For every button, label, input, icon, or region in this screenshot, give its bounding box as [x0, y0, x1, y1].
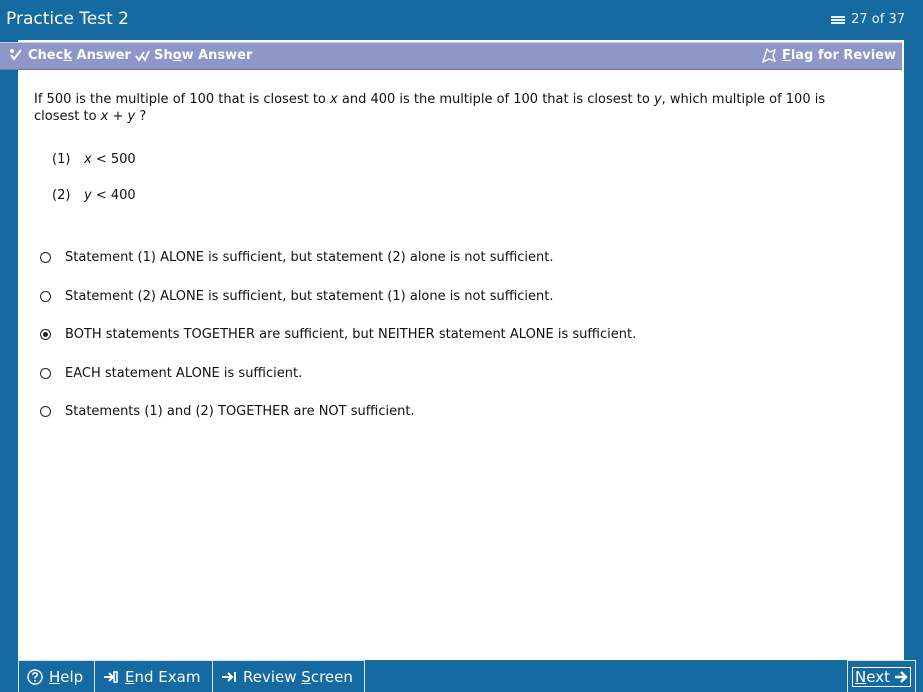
help-icon: [27, 668, 43, 685]
question-expr: x + y: [100, 109, 136, 124]
radio-button-selected[interactable]: [40, 329, 51, 340]
question-text: If 500 is the multiple of 100 that is cl…: [34, 91, 874, 125]
next-label: ext: [866, 667, 890, 686]
check-answer-hotkey: k: [63, 47, 72, 63]
question-content: If 500 is the multiple of 100 that is cl…: [18, 71, 904, 660]
radio-button[interactable]: [40, 406, 51, 417]
review-hotkey: S: [301, 667, 311, 686]
answer-option-2[interactable]: Statement (2) ALONE is sufficient, but s…: [40, 289, 554, 304]
answer-option-label: BOTH statements TOGETHER are sufficient,…: [65, 327, 637, 342]
flag-for-review-button[interactable]: Flag for Review: [760, 47, 896, 63]
next-hotkey: N: [855, 667, 867, 686]
question-text-4: ?: [135, 109, 147, 124]
radio-button[interactable]: [40, 252, 51, 263]
flag-hotkey: F: [781, 47, 791, 63]
statement-1-number: (1): [52, 152, 71, 167]
statement-1: (1) x < 500: [52, 152, 136, 167]
toolbar: Check Answer Show Answer Flag for Review: [0, 42, 902, 70]
left-border: [0, 40, 18, 660]
title-bar: Practice Test 2 27 of 37: [0, 0, 923, 40]
answer-option-3[interactable]: BOTH statements TOGETHER are sufficient,…: [40, 327, 636, 342]
check-answer-icon: [10, 49, 22, 61]
answer-option-label: Statement (1) ALONE is sufficient, but s…: [65, 250, 554, 265]
show-answer-label-b: w Answer: [181, 47, 253, 63]
help-button[interactable]: Help: [18, 660, 95, 692]
check-answer-label-a: Chec: [28, 47, 64, 63]
answer-option-label: Statements (1) and (2) TOGETHER are NOT …: [65, 404, 415, 419]
end-exam-icon: [104, 670, 118, 683]
check-answer-label-b: Answer: [71, 47, 131, 63]
answer-option-label: EACH statement ALONE is sufficient.: [65, 366, 303, 381]
bottom-bar: Help End Exam Review Screen Next: [0, 660, 923, 692]
statement-2: (2) y < 400: [52, 188, 136, 203]
answer-option-5[interactable]: Statements (1) and (2) TOGETHER are NOT …: [40, 404, 415, 419]
counter-text: 27 of 37: [851, 12, 905, 27]
answer-option-label: Statement (2) ALONE is sufficient, but s…: [65, 289, 554, 304]
review-label-a: Review: [243, 667, 302, 686]
review-screen-icon: [222, 671, 236, 682]
answer-option-1[interactable]: Statement (1) ALONE is sufficient, but s…: [40, 250, 554, 265]
statement-2-number: (2): [52, 188, 71, 203]
question-text-1: If 500 is the multiple of 100 that is cl…: [34, 92, 331, 107]
statement-2-var: y: [84, 188, 92, 203]
question-counter: 27 of 37: [830, 12, 905, 27]
statement-1-var: x: [84, 152, 92, 167]
help-hotkey: H: [49, 667, 61, 686]
end-exam-label: nd Exam: [134, 667, 201, 686]
radio-button[interactable]: [40, 291, 51, 302]
show-answer-hotkey: o: [172, 47, 182, 63]
page-title: Practice Test 2: [6, 9, 130, 29]
show-answer-label-a: Sh: [154, 47, 173, 63]
flag-label: lag for Review: [790, 47, 896, 63]
flag-icon: [761, 47, 777, 63]
right-border: [904, 40, 923, 660]
next-button[interactable]: Next: [847, 660, 916, 692]
end-exam-button[interactable]: End Exam: [95, 660, 213, 692]
question-var-x: x: [330, 92, 338, 107]
pages-icon: [831, 15, 846, 24]
question-text-2: and 400 is the multiple of 100 that is c…: [337, 92, 654, 107]
radio-button[interactable]: [40, 368, 51, 379]
answer-option-4[interactable]: EACH statement ALONE is sufficient.: [40, 366, 302, 381]
review-screen-button[interactable]: Review Screen: [213, 660, 365, 692]
statement-1-text: < 500: [91, 152, 136, 167]
next-arrow-icon: [894, 670, 908, 683]
show-answer-button[interactable]: Show Answer: [134, 47, 252, 63]
check-answer-button[interactable]: Check Answer: [8, 47, 131, 63]
question-var-y: y: [653, 92, 662, 107]
review-label-b: creen: [310, 667, 353, 686]
show-answer-icon: [135, 50, 150, 62]
statement-2-text: < 400: [91, 188, 136, 203]
help-label: elp: [60, 667, 84, 686]
